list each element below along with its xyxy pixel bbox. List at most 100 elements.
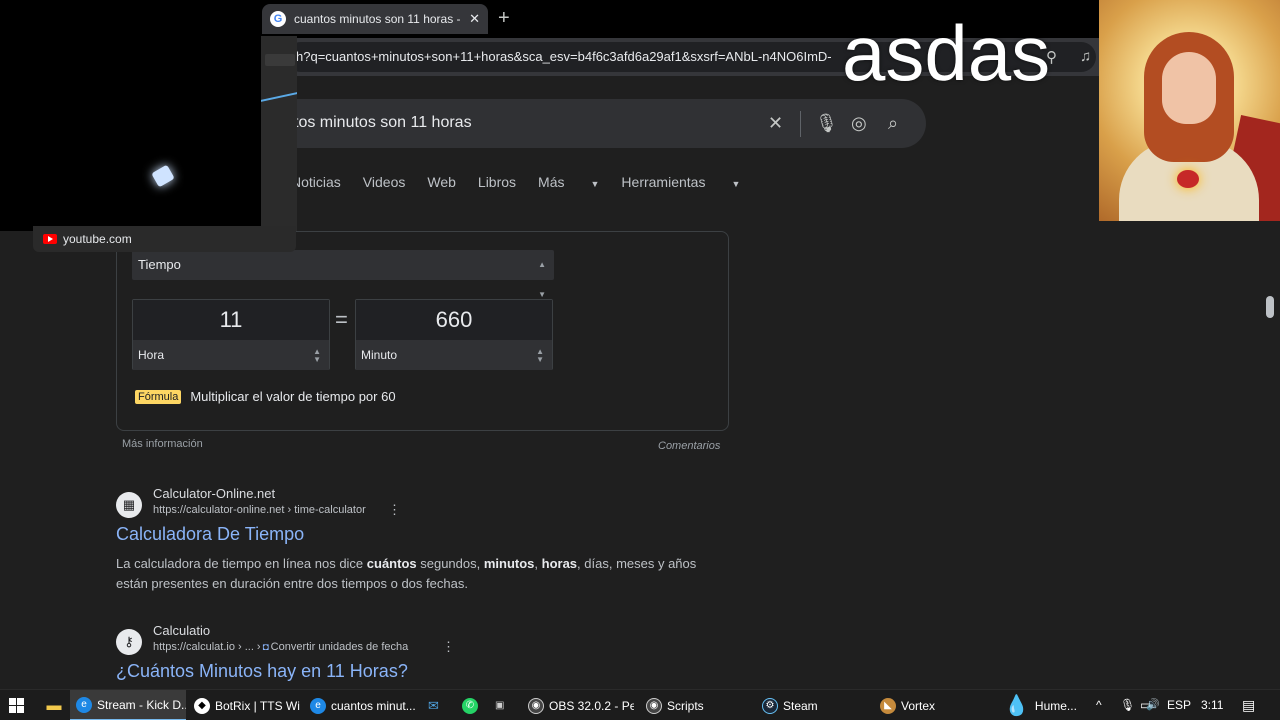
tab-videos[interactable]: Videos: [363, 174, 406, 194]
tab-title: cuantos minutos son 11 horas - Bu: [294, 12, 464, 26]
search-icon[interactable]: ⌕: [888, 113, 898, 134]
browser-tab-active[interactable]: G cuantos minutos son 11 horas - Bu ✕: [262, 4, 488, 34]
unit-category-label: Tiempo: [138, 257, 181, 272]
select-arrows-icon: ▲ ▼: [536, 347, 544, 364]
result-title[interactable]: ¿Cuántos Minutos hay en 11 Horas?: [116, 661, 408, 682]
tab-herramientas[interactable]: Herramientas ▼: [621, 174, 740, 194]
from-unit-label: Hora: [138, 348, 165, 362]
whatsapp-glyph: ✆: [462, 697, 478, 714]
more-options-icon[interactable]: ⋮: [442, 639, 455, 655]
voice-search-icon[interactable]: 🎙: [815, 113, 838, 134]
tray-overflow-chevron-icon[interactable]: ^: [1096, 690, 1102, 720]
equals-sign: =: [335, 307, 348, 332]
result-url-base: https://calculat.io › ... ›: [153, 641, 261, 653]
taskbar-item-label: cuantos minut...: [331, 698, 416, 713]
taskbar-item-obs[interactable]: ◉ OBS 32.0.2 - Pe...: [522, 690, 634, 720]
webcam-overlay: [0, 0, 261, 231]
tab-libros[interactable]: Libros: [478, 174, 516, 194]
result-site-name[interactable]: Calculatio: [153, 623, 210, 638]
stream-preview-overlay: [261, 36, 297, 231]
youtube-icon: [43, 234, 57, 244]
mail-icon[interactable]: ✉: [428, 690, 450, 720]
humidity-drop-icon: 💧: [1004, 695, 1029, 717]
calculatio-favicon-icon: ⚷: [116, 629, 142, 655]
search-input[interactable]: tos minutos son 11 horas: [294, 114, 472, 132]
taskbar-item-botrix[interactable]: ◆ BotRix | TTS Wi...: [188, 690, 300, 720]
edge-icon: e: [76, 696, 92, 713]
search-box[interactable]: tos minutos son 11 horas ✕ 🎙 ◎ ⌕: [240, 99, 926, 148]
taskbar-item-edge-search[interactable]: e cuantos minut...: [304, 690, 416, 720]
unit-category-select[interactable]: Tiempo ▲ ▼: [132, 250, 554, 299]
taskbar-item-label: BotRix | TTS Wi...: [215, 698, 300, 713]
to-unit-label: Minuto: [361, 348, 398, 362]
terminal-icon[interactable]: ▣: [495, 690, 517, 720]
more-info-link[interactable]: Más información: [122, 438, 203, 450]
clock[interactable]: 3:11: [1201, 690, 1223, 720]
weather-widget[interactable]: 💧 Hume...: [1002, 690, 1088, 720]
tab-noticias[interactable]: Noticias: [291, 174, 341, 194]
tab-mas-label: Más: [538, 174, 565, 190]
microphone-icon[interactable]: 🎙: [1120, 690, 1135, 720]
result-title[interactable]: Calculadora De Tiempo: [116, 524, 304, 545]
to-value-input[interactable]: 660: [356, 300, 552, 340]
portrait-image-overlay: [1099, 0, 1280, 221]
select-arrows-icon: ▲ ▼: [313, 347, 321, 364]
taskbar-item-vortex[interactable]: ◣ Vortex: [874, 690, 986, 720]
portrait-face: [1162, 52, 1216, 124]
youtube-source-strip: youtube.com: [33, 226, 296, 252]
snippet-highlight: horas: [541, 556, 578, 571]
snippet-text: ,: [534, 556, 542, 571]
convert-icon: ◘: [262, 642, 269, 653]
formula-row: Fórmula Multiplicar el valor de tiempo p…: [135, 389, 396, 404]
obs-icon: ◉: [646, 697, 662, 714]
taskbar-item-label: Stream - Kick D...: [97, 697, 186, 712]
whatsapp-icon[interactable]: ✆: [462, 690, 484, 720]
clear-search-icon[interactable]: ✕: [768, 113, 783, 134]
result-url[interactable]: https://calculat.io › ... › ◘ Convertir un…: [153, 641, 408, 653]
weather-label: Hume...: [1034, 698, 1077, 713]
formula-text: Multiplicar el valor de tiempo por 60: [190, 389, 396, 404]
botrix-icon: ◆: [194, 697, 210, 714]
portrait-heart: [1177, 170, 1199, 188]
media-control-icon[interactable]: ♫: [1080, 48, 1091, 65]
taskbar-item-label: OBS 32.0.2 - Pe...: [549, 698, 634, 713]
search-divider: [800, 111, 801, 137]
tab-mas[interactable]: Más ▼: [538, 174, 599, 194]
scrollbar-thumb[interactable]: [1266, 296, 1274, 318]
result-site-name[interactable]: Calculator-Online.net: [153, 486, 275, 501]
taskbar-item-scripts[interactable]: ◉ Scripts: [640, 690, 750, 720]
formula-badge: Fórmula: [135, 389, 182, 404]
language-indicator[interactable]: ESP: [1167, 690, 1191, 720]
windows-start-icon[interactable]: [9, 698, 24, 713]
snippet-text: segundos,: [416, 556, 484, 571]
stream-caption-overlay: asdas: [842, 9, 1051, 97]
webcam-light: [151, 164, 175, 188]
close-tab-icon[interactable]: ✕: [469, 11, 480, 27]
new-tab-button[interactable]: +: [498, 8, 510, 28]
chevron-down-icon: ▼: [590, 179, 600, 189]
more-options-icon[interactable]: ⋮: [388, 502, 401, 518]
windows-taskbar: ▬ e Stream - Kick D... ◆ BotRix | TTS Wi…: [0, 689, 1280, 720]
snippet-highlight: cuántos: [366, 556, 417, 571]
tab-herramientas-label: Herramientas: [621, 174, 706, 190]
taskbar-item-steam[interactable]: ⚙ Steam: [756, 690, 868, 720]
result-url[interactable]: https://calculator-online.net › time-cal…: [153, 504, 366, 516]
from-value-input[interactable]: 11: [133, 300, 329, 340]
taskbar-item-label: Scripts: [667, 698, 704, 713]
google-icon: G: [270, 11, 286, 27]
from-unit-select[interactable]: Hora ▲ ▼: [133, 340, 329, 370]
unit-converter-card: Tiempo ▲ ▼ 11 Hora ▲ ▼ = 660 Minuto ▲ ▼ Fór: [116, 231, 729, 431]
notifications-icon[interactable]: ▤: [1242, 690, 1255, 720]
vortex-icon: ◣: [880, 697, 896, 714]
lens-search-icon[interactable]: ◎: [851, 113, 867, 134]
volume-icon[interactable]: 🔊: [1146, 690, 1160, 720]
file-explorer-icon[interactable]: ▬: [40, 690, 68, 720]
search-tabs: s Noticias Videos Web Libros Más▼ Herram…: [262, 174, 762, 194]
tab-web[interactable]: Web: [427, 174, 456, 194]
taskbar-item-label: Vortex: [901, 698, 936, 713]
to-unit-select[interactable]: Minuto ▲ ▼: [356, 340, 552, 370]
feedback-link[interactable]: Comentarios: [658, 440, 720, 452]
taskbar-item-edge-stream[interactable]: e Stream - Kick D...: [70, 690, 186, 720]
obs-icon: ◉: [528, 697, 544, 714]
from-unit-box: 11 Hora ▲ ▼: [132, 299, 330, 370]
